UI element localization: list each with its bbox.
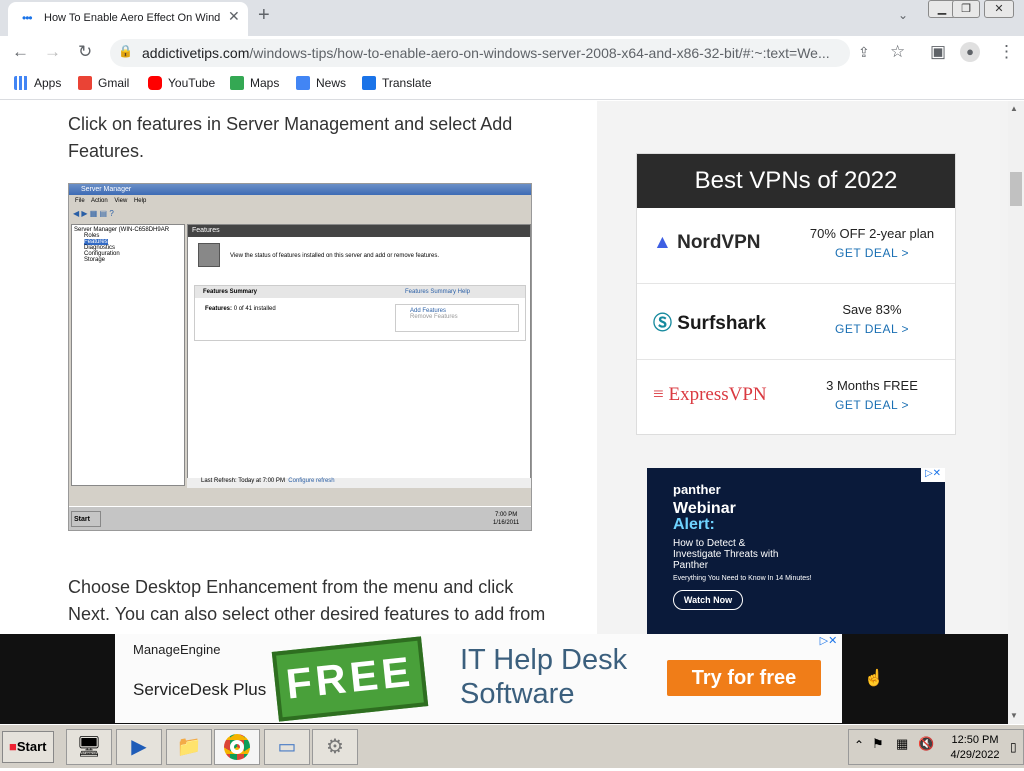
screenshot-main-pane: Features View the status of features ins… — [187, 224, 531, 486]
bookmark-gmail[interactable]: Gmail — [78, 76, 129, 90]
apps-grid-icon — [14, 76, 28, 90]
close-window-button[interactable]: ✕ — [984, 0, 1014, 18]
server-manager-taskbar-icon[interactable]: 🖥 — [66, 729, 112, 765]
screenshot-tree: Server Manager (WIN-C658DH9AR Roles Feat… — [71, 224, 185, 486]
side-panel-icon[interactable]: ▣ — [930, 42, 946, 62]
vpn-row-nordvpn[interactable]: ▲ NordVPN 70% OFF 2-year plan GET DEAL > — [637, 208, 955, 284]
bookmark-maps[interactable]: Maps — [230, 76, 279, 90]
show-desktop-icon[interactable]: ▯ — [1010, 740, 1017, 754]
profile-avatar[interactable]: ● — [960, 42, 980, 62]
tab-title: How To Enable Aero Effect On Wind — [44, 12, 221, 24]
maps-icon — [230, 76, 244, 90]
article-paragraph-2: Choose Desktop Enhancement from the menu… — [68, 577, 546, 624]
watch-now-button[interactable]: Watch Now — [673, 590, 743, 610]
start-button[interactable]: ■Start — [2, 731, 54, 763]
screenshot-menu: File Action View Help — [75, 198, 147, 204]
youtube-icon — [148, 76, 162, 90]
screenshot-taskbar: Start 7:00 PM 1/16/2011 — [69, 506, 531, 530]
share-icon[interactable]: ⇪ — [858, 44, 870, 61]
url-path: /windows-tips/how-to-enable-aero-on-wind… — [249, 45, 830, 61]
get-deal-link[interactable]: GET DEAL > — [807, 246, 937, 260]
bookmark-youtube[interactable]: YouTube — [148, 76, 215, 90]
expressvpn-logo: ≡ ExpressVPN — [653, 384, 767, 405]
gmail-icon — [78, 76, 92, 90]
servicedesk-brand: ServiceDesk Plus — [133, 680, 267, 699]
get-deal-link[interactable]: GET DEAL > — [807, 398, 937, 412]
flag-icon[interactable]: ⚑ — [872, 736, 884, 752]
article-paragraph: Click on features in Server Management a… — [68, 114, 513, 161]
new-tab-button[interactable]: + — [258, 4, 270, 27]
volume-muted-icon[interactable]: 🔇 — [918, 736, 934, 752]
manageengine-brand: ManageEngine — [133, 642, 221, 657]
network-icon[interactable]: ▦ — [896, 736, 908, 752]
scrollbar-thumb[interactable] — [1010, 172, 1022, 206]
forward-button[interactable]: → — [44, 42, 61, 62]
browser-tab[interactable]: ••• How To Enable Aero Effect On Wind ✕ — [8, 2, 248, 36]
screenshot-titlebar: Server Manager — [69, 184, 531, 195]
restore-button[interactable]: ❐ — [952, 0, 980, 18]
back-button[interactable]: ← — [12, 42, 29, 62]
scroll-down-icon[interactable]: ▼ — [1010, 711, 1018, 720]
get-deal-link[interactable]: GET DEAL > — [807, 322, 937, 336]
window-taskbar-icon[interactable]: ▭ — [264, 729, 310, 765]
panther-ad[interactable]: ▷✕ panther Webinar Alert: How to Detect … — [647, 468, 945, 638]
cursor-icon: ☝ — [864, 670, 884, 687]
taskbar-clock[interactable]: 12:50 PM 4/29/2022 — [940, 733, 1010, 763]
screenshot-toolbar-icons: ◀ ▶ ▦ ▤ ? — [73, 209, 114, 218]
scroll-up-icon[interactable]: ▲ — [1010, 104, 1018, 113]
nordvpn-logo: ▲ NordVPN — [653, 232, 761, 253]
menu-icon[interactable]: ⋮ — [998, 42, 1015, 62]
tray-chevron-icon[interactable]: ⌃ — [854, 738, 864, 752]
settings-taskbar-icon[interactable]: ⚙ — [312, 729, 358, 765]
news-icon — [296, 76, 310, 90]
try-for-free-button[interactable]: Try for free — [667, 660, 821, 696]
ad-close-icon[interactable]: ▷✕ — [815, 634, 842, 650]
vpn-row-expressvpn[interactable]: ≡ ExpressVPN 3 Months FREE GET DEAL > — [637, 360, 955, 436]
vpn-widget-title: Best VPNs of 2022 — [637, 154, 955, 208]
translate-icon — [362, 76, 376, 90]
article-screenshot[interactable]: Server Manager File Action View Help ◀ ▶… — [68, 183, 532, 531]
ad-close-icon[interactable]: ▷✕ — [921, 468, 945, 482]
bookmark-star-icon[interactable]: ☆ — [890, 42, 905, 62]
bookmark-translate[interactable]: Translate — [362, 76, 432, 90]
panther-logo: panther — [673, 482, 721, 497]
vpn-widget: Best VPNs of 2022 ▲ NordVPN 70% OFF 2-ye… — [636, 153, 956, 435]
address-bar[interactable]: 🔒 addictivetips.com/windows-tips/how-to-… — [110, 39, 850, 67]
close-tab-icon[interactable]: ✕ — [228, 8, 240, 25]
tab-search-icon[interactable]: ⌄ — [898, 8, 908, 22]
surfshark-logo: Ⓢ Surfshark — [653, 313, 766, 334]
free-tag: FREE — [271, 636, 429, 722]
server-icon — [198, 243, 220, 267]
lock-icon[interactable]: 🔒 — [118, 44, 133, 58]
bookmark-news[interactable]: News — [296, 76, 346, 90]
url-domain: addictivetips.com — [142, 45, 250, 61]
powershell-taskbar-icon[interactable]: ▶ — [116, 729, 162, 765]
reload-button[interactable]: ↻ — [78, 42, 92, 62]
bookmark-apps[interactable]: Apps — [14, 76, 61, 90]
loading-icon: ••• — [22, 11, 33, 25]
banner-ad[interactable]: ManageEngine ServiceDesk Plus FREE IT He… — [115, 634, 842, 723]
chrome-taskbar-icon[interactable] — [214, 729, 260, 765]
vpn-row-surfshark[interactable]: Ⓢ Surfshark Save 83% GET DEAL > — [637, 284, 955, 360]
explorer-taskbar-icon[interactable]: 📁 — [166, 729, 212, 765]
windows-flag-icon: ■ — [9, 739, 17, 754]
